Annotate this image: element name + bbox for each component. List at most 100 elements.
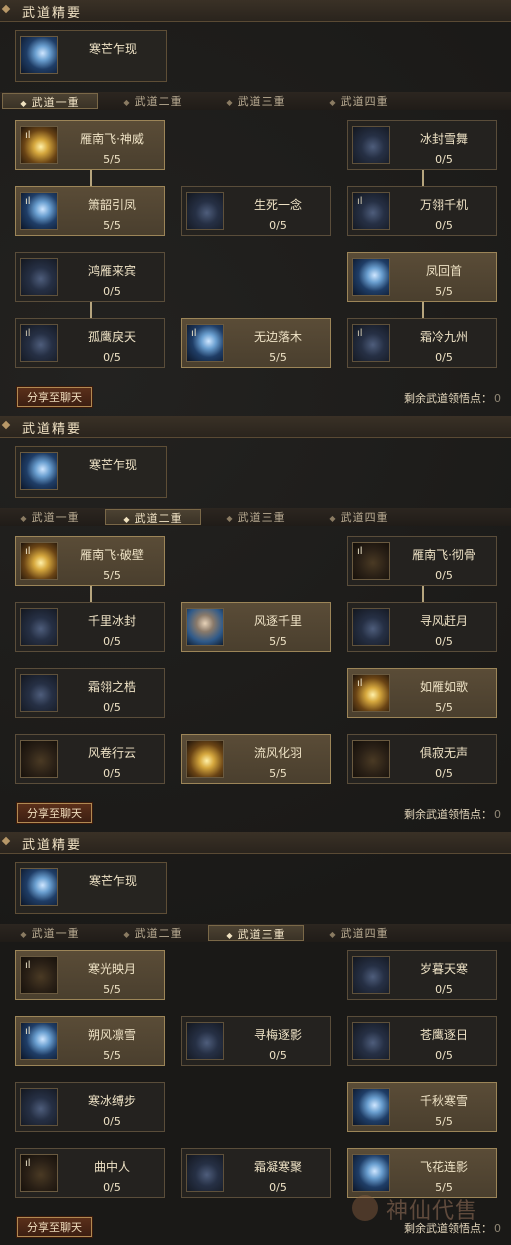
skill-points: 5/5 (103, 1049, 121, 1062)
tab-tier-2[interactable]: ◆ 武道二重 (105, 93, 201, 109)
skill-name: 朔风凛雪 (87, 1028, 136, 1042)
tab-tier-1[interactable]: ◆ 武道一重 (2, 925, 98, 941)
skill-node[interactable]: ıl 朔风凛雪 5/5 (15, 1016, 165, 1066)
dark-ice-icon (186, 192, 224, 230)
skill-node[interactable]: ıl 雁南飞·破壁 5/5 (15, 536, 165, 586)
skill-panel-3: 武道精要 寒芒乍现 ◆ 武道一重 ◆ 武道二重 ◆ 武道三重 ◆ 武道四重 ıl 寒光映… (0, 832, 511, 1245)
frost-icon: ıl (352, 324, 390, 362)
skill-node[interactable]: ıl 雁南飞·神威 5/5 (15, 120, 165, 170)
share-to-chat-button[interactable]: 分享至聊天 (17, 803, 92, 823)
skill-node[interactable]: 俱寂无声 0/5 (347, 734, 497, 784)
gold-cloud-icon (20, 740, 58, 778)
skill-points: 0/5 (103, 767, 121, 780)
skill-node[interactable]: ıl 霜冷九州 0/5 (347, 318, 497, 368)
skill-node[interactable]: ıl 寒光映月 5/5 (15, 950, 165, 1000)
tab-bar: ◆ 武道一重 ◆ 武道二重 ◆ 武道三重 ◆ 武道四重 (0, 92, 511, 110)
skill-name: 岁暮天寒 (419, 962, 468, 976)
diamond-bullet-icon: ◆ (329, 514, 337, 523)
tab-tier-2[interactable]: ◆ 武道二重 (105, 509, 201, 525)
remaining-points-label: 剩余武道领悟点： (404, 808, 492, 821)
skill-name: 雁南飞·神威 (80, 132, 144, 146)
skill-node[interactable]: ıl 雁南飞·彻骨 0/5 (347, 536, 497, 586)
skill-node[interactable]: ıl 万翎千机 0/5 (347, 186, 497, 236)
skill-node[interactable]: ıl 如雁如歌 5/5 (347, 668, 497, 718)
essence-skill-name: 寒芒乍现 (88, 874, 137, 888)
gold-wing-icon (20, 258, 58, 296)
skill-points: 0/5 (103, 701, 121, 714)
skill-node[interactable]: 生死一念 0/5 (181, 186, 331, 236)
tab-tier-2[interactable]: ◆ 武道二重 (105, 925, 201, 941)
skill-node[interactable]: ıl 曲中人 0/5 (15, 1148, 165, 1198)
skill-node[interactable]: ıl 孤鹰戾天 0/5 (15, 318, 165, 368)
ice-blade-icon: ıl (352, 192, 390, 230)
essence-skill[interactable]: 寒芒乍现 (15, 446, 167, 498)
skill-node[interactable]: 流风化羽 5/5 (181, 734, 331, 784)
skill-node[interactable]: 寒冰缚步 0/5 (15, 1082, 165, 1132)
share-to-chat-button[interactable]: 分享至聊天 (17, 1217, 92, 1237)
diamond-bullet-icon: ◆ (226, 98, 234, 107)
tree-connector (422, 586, 424, 602)
tree-connector (90, 302, 92, 318)
remaining-points: 剩余武道领悟点： 0 (404, 806, 501, 822)
skill-name: 寒光映月 (87, 962, 136, 976)
tab-tier-4[interactable]: ◆ 武道四重 (311, 509, 407, 525)
skill-name: 风卷行云 (87, 746, 136, 760)
skill-node[interactable]: 岁暮天寒 0/5 (347, 950, 497, 1000)
skill-node[interactable]: 寻风赶月 0/5 (347, 602, 497, 652)
tab-tier-4[interactable]: ◆ 武道四重 (311, 93, 407, 109)
tab-tier-3[interactable]: ◆ 武道三重 (208, 509, 304, 525)
skill-node[interactable]: 凤回首 5/5 (347, 252, 497, 302)
ice-bind-icon (20, 1088, 58, 1126)
essence-skill-name: 寒芒乍现 (88, 42, 137, 56)
diamond-bullet-icon: ◆ (329, 930, 337, 939)
skill-points: 5/5 (435, 285, 453, 298)
skill-node[interactable]: 苍鹰逐日 0/5 (347, 1016, 497, 1066)
skill-node[interactable]: ıl 箫韶引凤 5/5 (15, 186, 165, 236)
diamond-icon (1, 4, 11, 14)
watermark: 神仙代售 (352, 1195, 502, 1225)
cold-sky-icon (352, 956, 390, 994)
skill-name: 霜冷九州 (419, 330, 468, 344)
skill-name: 流风化羽 (253, 746, 302, 760)
skill-points: 0/5 (435, 153, 453, 166)
skill-node[interactable]: 鸿雁来宾 0/5 (15, 252, 165, 302)
snow-wind-icon: ıl (20, 1022, 58, 1060)
remaining-points: 剩余武道领悟点： 0 (404, 390, 501, 406)
skill-name: 寻梅逐影 (253, 1028, 302, 1042)
skill-points: 0/5 (103, 285, 121, 298)
essence-skill[interactable]: 寒芒乍现 (15, 30, 167, 82)
face-wind-icon (186, 608, 224, 646)
tab-tier-3[interactable]: ◆ 武道三重 (208, 925, 304, 941)
tab-tier-4[interactable]: ◆ 武道四重 (311, 925, 407, 941)
tab-tier-3[interactable]: ◆ 武道三重 (208, 93, 304, 109)
skill-points: 5/5 (103, 219, 121, 232)
essence-skill[interactable]: 寒芒乍现 (15, 862, 167, 914)
skill-node[interactable]: ıl 无边落木 5/5 (181, 318, 331, 368)
skill-name: 鸿雁来宾 (87, 264, 136, 278)
skill-node[interactable]: 飞花连影 5/5 (347, 1148, 497, 1198)
moon-wind-icon (352, 608, 390, 646)
tab-tier-1[interactable]: ◆ 武道一重 (2, 93, 98, 109)
tree-connector (422, 302, 424, 318)
diamond-bullet-icon: ◆ (123, 930, 131, 939)
diamond-bullet-icon: ◆ (329, 98, 337, 107)
skill-node[interactable]: 霜凝寒聚 0/5 (181, 1148, 331, 1198)
share-to-chat-button[interactable]: 分享至聊天 (17, 387, 92, 407)
tree-connector (90, 170, 92, 186)
skill-node[interactable]: 霜翎之梏 0/5 (15, 668, 165, 718)
skill-name: 风逐千里 (253, 614, 302, 628)
watermark-text: 神仙代售 (386, 1199, 479, 1224)
skill-node[interactable]: 风卷行云 0/5 (15, 734, 165, 784)
sword-ice-icon (20, 36, 58, 74)
skill-node[interactable]: 寻梅逐影 0/5 (181, 1016, 331, 1066)
ice-storm-icon (352, 126, 390, 164)
skill-name: 雁南飞·破壁 (80, 548, 144, 562)
skill-node[interactable]: 千里冰封 0/5 (15, 602, 165, 652)
skill-points: 5/5 (269, 635, 287, 648)
skill-name: 冰封雪舞 (419, 132, 468, 146)
skill-node[interactable]: 风逐千里 5/5 (181, 602, 331, 652)
gold-strike-icon: ıl (352, 542, 390, 580)
tab-tier-1[interactable]: ◆ 武道一重 (2, 509, 98, 525)
skill-node[interactable]: 冰封雪舞 0/5 (347, 120, 497, 170)
skill-node[interactable]: 千秋寒雪 5/5 (347, 1082, 497, 1132)
